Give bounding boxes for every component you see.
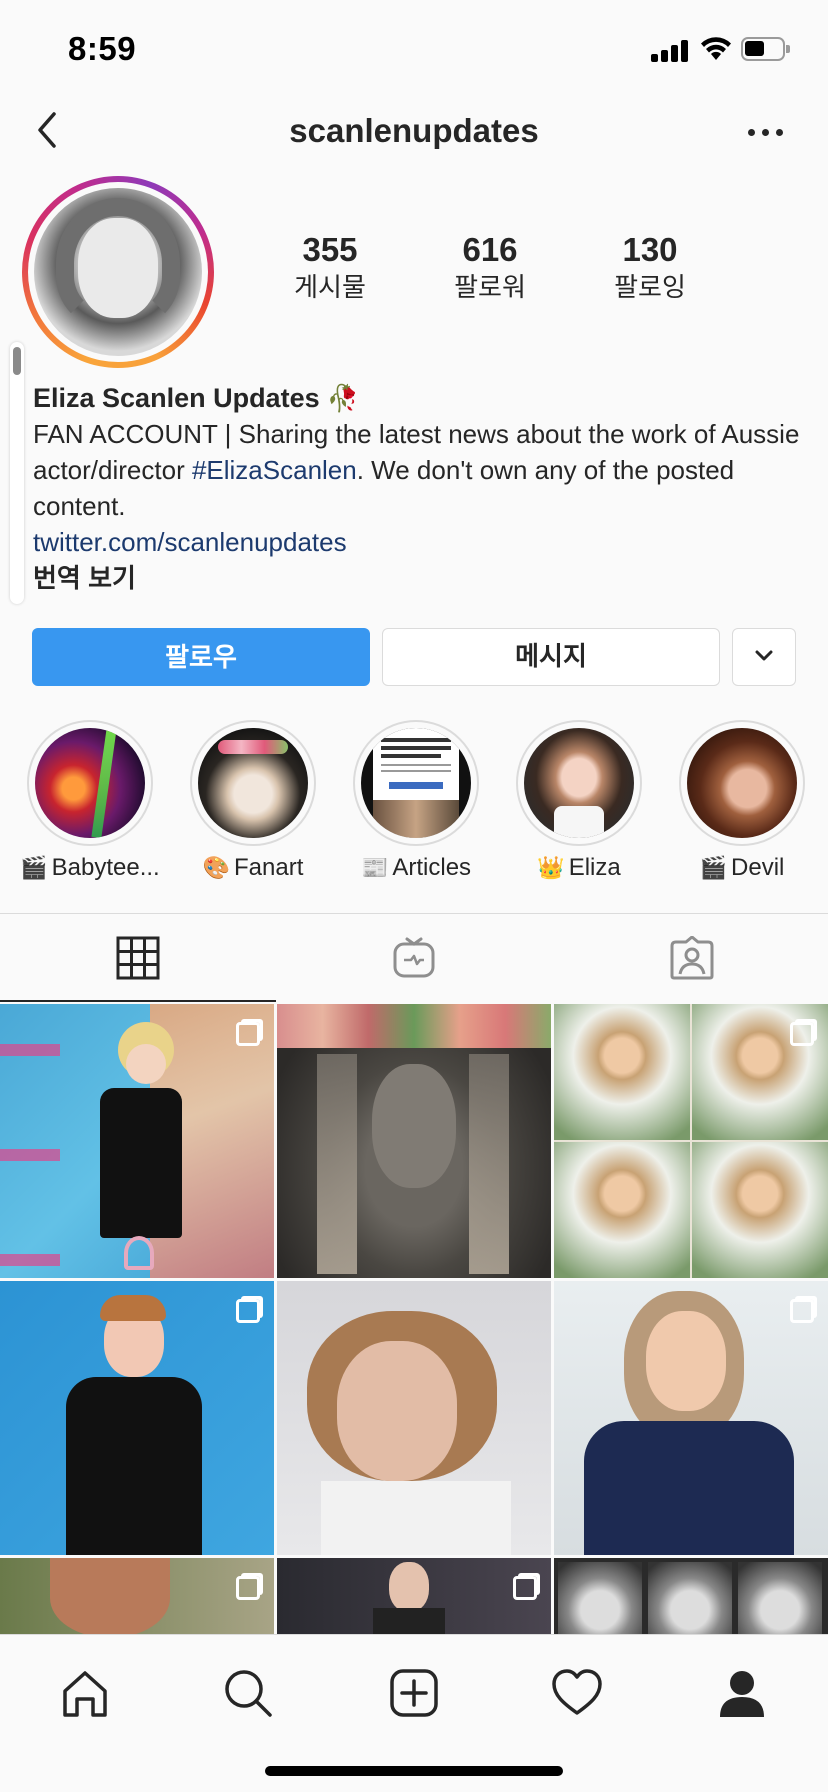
post-thumbnail[interactable] (554, 1281, 828, 1555)
highlight-emoji: 🎨 (202, 855, 231, 880)
profile-tabs (0, 914, 828, 1002)
page-title: scanlenupdates (289, 112, 539, 149)
scroll-indicator[interactable] (10, 342, 24, 604)
highlight-emoji: 🎬 (20, 855, 48, 880)
wifi-icon (701, 37, 731, 60)
tab-grid[interactable] (0, 914, 276, 1002)
stat-count: 130 (622, 231, 678, 268)
post-thumbnail[interactable] (0, 1004, 274, 1278)
profile-stats: 355 게시물 616 팔로워 130 팔로잉 (250, 230, 730, 310)
highlight-label: Fanart (234, 854, 304, 881)
post-thumbnail[interactable] (0, 1281, 274, 1555)
highlight-label: Devil (731, 854, 785, 881)
stat-followers[interactable]: 616 팔로워 (410, 230, 570, 304)
post-thumbnail[interactable] (277, 1004, 551, 1278)
suggestions-dropdown-button[interactable] (732, 628, 796, 686)
post-thumbnail[interactable] (0, 1558, 274, 1634)
bio-text: FAN ACCOUNT | Sharing the latest news ab… (33, 416, 803, 524)
multi-post-icon (236, 1299, 260, 1323)
status-time: 8:59 (68, 30, 137, 67)
highlight-label: Articles (392, 854, 472, 881)
highlight-cover (361, 728, 471, 838)
search-icon[interactable] (220, 1665, 276, 1721)
post-thumbnail[interactable] (277, 1281, 551, 1555)
igtv-icon (393, 937, 435, 978)
bio-link[interactable]: twitter.com/scanlenupdates (33, 524, 803, 560)
multi-post-icon (790, 1299, 814, 1323)
tab-tagged[interactable] (552, 914, 828, 1002)
stat-label: 팔로잉 (614, 272, 686, 302)
post-thumbnail[interactable] (554, 1004, 828, 1278)
multi-post-icon (236, 1576, 260, 1600)
stat-label: 게시물 (294, 272, 366, 302)
stat-posts[interactable]: 355 게시물 (250, 230, 410, 304)
stat-count: 616 (462, 231, 518, 268)
multi-post-icon (513, 1576, 537, 1600)
profile-name: Eliza Scanlen Updates (33, 383, 320, 413)
tab-igtv[interactable] (276, 914, 552, 1002)
highlight-emoji: 📰 (360, 855, 389, 880)
activity-heart-icon[interactable] (549, 1665, 605, 1721)
follow-button[interactable]: 팔로우 (32, 628, 370, 686)
bio-hashtag[interactable]: #ElizaScanlen (192, 455, 357, 485)
highlight-label: Babytee... (51, 854, 160, 881)
post-grid (0, 1004, 828, 1634)
story-highlights: 🎬 Babytee... 🎨 Fanart 📰 Articles 👑 Eliza 🎬 De… (0, 718, 828, 893)
signal-icon (651, 38, 691, 62)
highlight-emoji: 🎬 (699, 855, 728, 880)
multi-post-icon (236, 1022, 260, 1046)
highlight-label: Eliza (568, 854, 621, 881)
home-indicator[interactable] (265, 1766, 563, 1776)
highlight-cover (198, 728, 308, 838)
battery-icon (741, 37, 790, 61)
profile-bio: Eliza Scanlen Updates 🥀 FAN ACCOUNT | Sh… (33, 380, 803, 596)
chevron-down-icon (755, 650, 773, 661)
post-thumbnail[interactable] (277, 1558, 551, 1634)
multi-post-icon (790, 1022, 814, 1046)
highlight-cover (687, 728, 797, 838)
status-bar: 8:59 (0, 0, 828, 100)
translate-link[interactable]: 번역 보기 (33, 560, 803, 596)
highlight-cover (35, 728, 145, 838)
message-button[interactable]: 메시지 (382, 628, 720, 686)
highlight-cover (524, 728, 634, 838)
new-post-icon[interactable] (386, 1665, 442, 1721)
more-options-icon[interactable] (746, 120, 786, 144)
tagged-icon (670, 936, 714, 980)
grid-icon (116, 936, 160, 980)
profile-avatar[interactable] (22, 176, 214, 368)
stat-label: 팔로워 (454, 272, 526, 302)
profile-icon[interactable] (714, 1665, 770, 1721)
post-thumbnail[interactable] (554, 1558, 828, 1634)
home-icon[interactable] (57, 1665, 113, 1721)
stat-following[interactable]: 130 팔로잉 (570, 230, 730, 304)
highlight-emoji: 👑 (537, 855, 565, 880)
rose-emoji: 🥀 (326, 383, 360, 413)
stat-count: 355 (302, 231, 358, 268)
